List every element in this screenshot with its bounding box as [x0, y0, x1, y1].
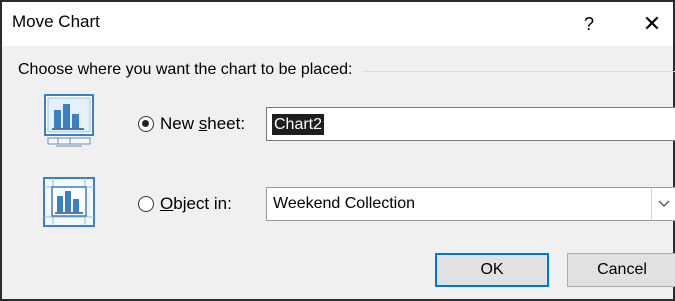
object-in-label: Object in:: [160, 194, 232, 213]
object-in-select[interactable]: Weekend Collection: [266, 187, 675, 221]
chart-sheet-icon: [44, 94, 94, 152]
object-in-value: Weekend Collection: [273, 195, 416, 212]
title-bar: Move Chart ? ✕: [2, 2, 673, 46]
new-sheet-name-value[interactable]: Chart2: [272, 114, 325, 135]
new-sheet-label: New sheet:: [160, 114, 246, 133]
move-chart-dialog: Move Chart ? ✕ Choose where you want the…: [0, 0, 675, 301]
object-in-radio[interactable]: Object in:: [138, 194, 232, 214]
chevron-down-icon[interactable]: [651, 188, 675, 220]
embedded-chart-icon: [43, 177, 95, 229]
new-sheet-name-input[interactable]: Chart2: [266, 107, 675, 141]
new-sheet-radio[interactable]: New sheet:: [138, 114, 245, 134]
placement-prompt: Choose where you want the chart to be pl…: [18, 61, 353, 78]
cancel-button[interactable]: Cancel: [567, 253, 675, 287]
placement-group: Choose where you want the chart to be pl…: [18, 58, 675, 82]
group-divider: [362, 70, 675, 72]
new-sheet-radio-button[interactable]: [138, 116, 154, 132]
object-in-radio-button[interactable]: [138, 196, 154, 212]
dialog-title: Move Chart: [12, 12, 100, 31]
close-button[interactable]: ✕: [630, 2, 674, 46]
ok-button[interactable]: OK: [435, 253, 549, 287]
help-button[interactable]: ?: [567, 2, 611, 46]
